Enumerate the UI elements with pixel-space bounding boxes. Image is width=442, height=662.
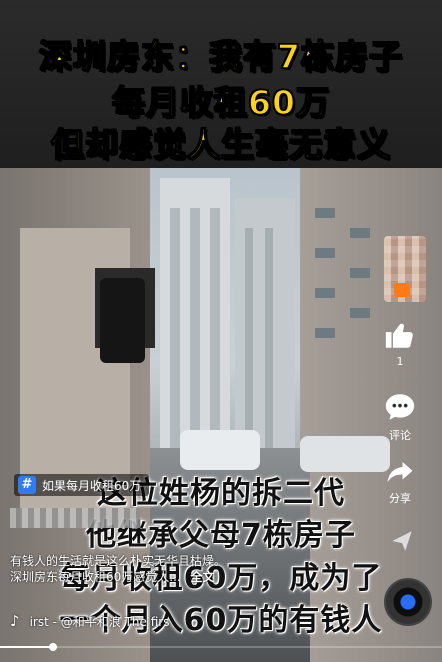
title-line-1: 深圳房东：我有7栋房子: [38, 36, 403, 77]
like-icon: [385, 323, 413, 348]
collect-icon: [392, 531, 412, 551]
video-progress-bar[interactable]: [0, 643, 442, 651]
like-button[interactable]: 1: [380, 318, 420, 368]
comment-label: 评论: [389, 429, 411, 442]
caption-line-1: 有钱人的生活就是这么朴实无华且枯燥。: [10, 554, 227, 568]
title-line-3: 但却感觉人生毫无意义: [50, 124, 391, 165]
collect-button[interactable]: [382, 528, 422, 557]
share-button[interactable]: 分享: [380, 457, 420, 506]
comment-button[interactable]: 评论: [380, 390, 420, 443]
music-disc[interactable]: [384, 578, 432, 626]
hashtag-text: 如果每月收租60万: [42, 478, 142, 493]
hashtag-icon: #: [18, 476, 36, 494]
video-caption[interactable]: 有钱人的生活就是这么朴实无华且枯燥。 深圳房东每月收租60万感觉人... 全文: [10, 553, 226, 585]
caption-expand[interactable]: 全文: [191, 570, 215, 584]
music-info[interactable]: ♪ irst - @和平和浪 The firs: [10, 612, 169, 630]
title-banner: 深圳房东：我有7栋房子 每月收租60万 但却感觉人生毫无意义: [0, 0, 442, 168]
music-title: irst - @和平和浪 The firs: [29, 614, 170, 629]
share-label: 分享: [389, 492, 411, 505]
title-line-2: 每月收租60万: [111, 82, 330, 123]
follow-dot[interactable]: [394, 283, 410, 297]
caption-line-2: 深圳房东每月收租60万感觉人...: [10, 570, 181, 584]
video-player[interactable]: 深圳房东：我有7栋房子 每月收租60万 但却感觉人生毫无意义 这位姓杨的拆二代 …: [0, 0, 442, 662]
video-progress-fill: [0, 646, 54, 648]
like-count: 1: [396, 355, 404, 368]
comment-icon: [385, 394, 415, 420]
author-username-blurred[interactable]: [10, 508, 140, 528]
share-icon: [387, 462, 413, 482]
music-note-icon: ♪: [10, 612, 20, 630]
video-progress-knob[interactable]: [49, 643, 58, 651]
hashtag-chip[interactable]: # 如果每月收租60万: [14, 474, 150, 496]
